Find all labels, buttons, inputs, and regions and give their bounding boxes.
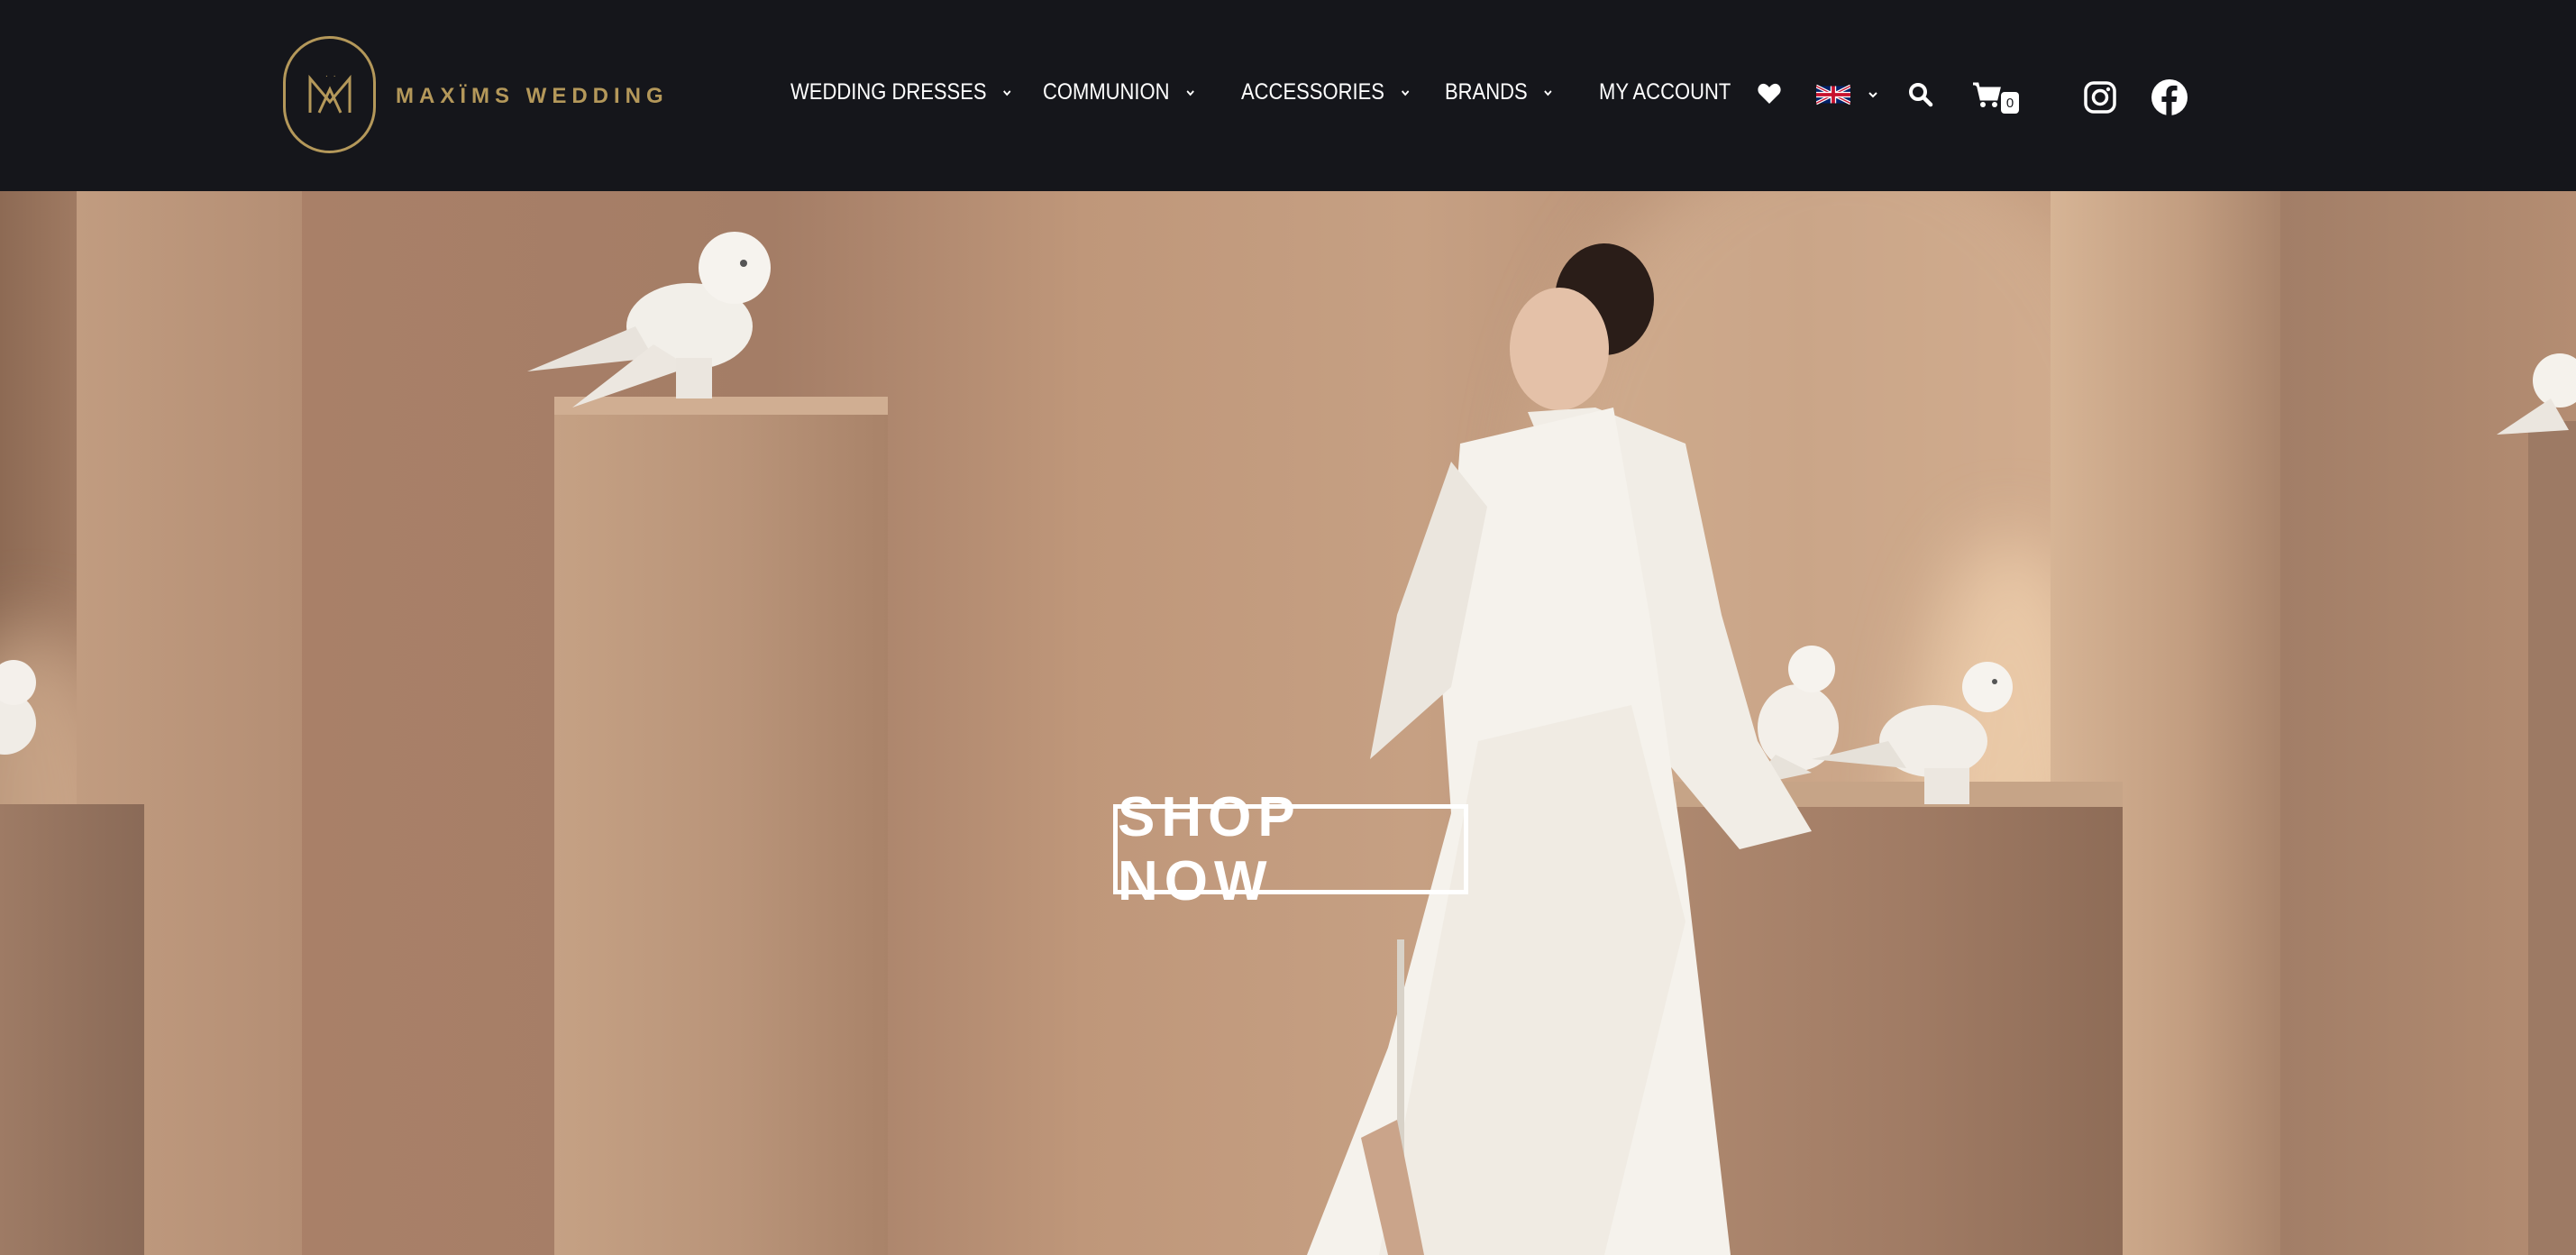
search-icon[interactable]	[1908, 82, 1933, 107]
nav-item-accessories[interactable]: ACCESSORIES	[1241, 79, 1410, 105]
cart-icon[interactable]	[1972, 81, 2001, 108]
nav-item-label: COMMUNION	[1043, 79, 1170, 105]
nav-item-label: MY ACCOUNT	[1599, 79, 1731, 105]
hero-banner[interactable]: SHOP NOW	[0, 191, 2576, 1255]
chevron-down-icon	[1186, 89, 1194, 96]
heart-icon[interactable]	[1758, 83, 1781, 105]
pedestal	[2528, 421, 2576, 1255]
nav-item-label: BRANDS	[1445, 79, 1528, 105]
shop-now-button[interactable]: SHOP NOW	[1113, 786, 1468, 912]
chevron-down-icon	[1401, 89, 1409, 96]
brand-name: MAXÏMS WEDDING	[396, 84, 669, 108]
dove-figure-icon	[527, 232, 771, 408]
nav-item-brands[interactable]: BRANDS	[1445, 79, 1553, 105]
chevron-down-icon	[1003, 89, 1011, 96]
brand-logo[interactable]: .. MAXÏMS WEDDING	[283, 36, 669, 153]
nav-item-my-account[interactable]: MY ACCOUNT	[1599, 79, 1731, 105]
nav-item-wedding-dresses[interactable]: WEDDING DRESSES	[790, 79, 1012, 105]
language-chevron-down-icon[interactable]	[1868, 89, 1878, 100]
facebook-icon[interactable]	[2151, 78, 2188, 116]
instagram-icon[interactable]	[2083, 80, 2117, 115]
logo-monogram-icon: ..	[283, 36, 376, 153]
uk-flag-icon[interactable]	[1816, 84, 1850, 105]
dove-figure-icon	[0, 660, 36, 755]
pedestal	[0, 804, 144, 1255]
nav-item-communion[interactable]: COMMUNION	[1043, 79, 1195, 105]
nav-item-label: WEDDING DRESSES	[790, 79, 987, 105]
site-header: .. MAXÏMS WEDDING WEDDING DRESSES COMMUN…	[0, 0, 2576, 191]
chevron-down-icon	[1544, 89, 1552, 96]
cart-count-badge: 0	[2001, 92, 2019, 114]
model-in-white-dress	[1307, 243, 1812, 1255]
nav-item-label: ACCESSORIES	[1241, 79, 1384, 105]
pedestal	[554, 397, 888, 1255]
dove-figure-icon	[2497, 353, 2576, 435]
